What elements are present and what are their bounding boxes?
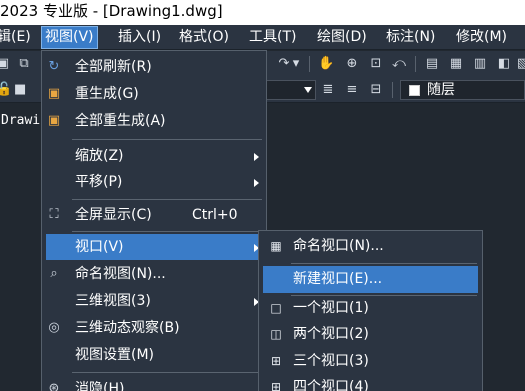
menu-item-zoom[interactable]: 缩放(Z) (42, 143, 266, 169)
layer-previous-icon[interactable]: ≡ (344, 82, 360, 98)
menu-item-regen[interactable]: ▣ 重生成(G) (42, 81, 266, 107)
two-viewports-icon: ◫ (270, 327, 282, 341)
sheet-set-icon[interactable]: ◧ (496, 56, 512, 72)
document-tab-label: Drawing (1, 113, 42, 128)
submenu-item-four-viewports[interactable]: ⊞ 四个视口(4) (259, 374, 482, 391)
title-bar: 2023 专业版 - [Drawing1.dwg] (0, 0, 525, 25)
menu-format[interactable]: 格式(O) (176, 27, 232, 48)
window-title: 2023 专业版 - [Drawing1.dwg] (0, 2, 223, 20)
layer-lock-icon[interactable]: 🔓 (0, 82, 12, 98)
menu-item-regen-all[interactable]: ▣ 全部重生成(A) (42, 108, 266, 134)
submenu-item-three-viewports[interactable]: ⊞ 三个视口(3) (259, 348, 482, 375)
submenu-item-one-viewport[interactable]: □ 一个视口(1) (259, 295, 482, 322)
menu-item-pan[interactable]: 平移(P) (42, 169, 266, 195)
menu-item-hide[interactable]: ⊛ 消隐(H) (42, 376, 266, 391)
layer-state-icon[interactable]: ⊟ (368, 82, 384, 98)
document-tab[interactable]: Drawing (0, 110, 42, 132)
color-value: 随层 (427, 82, 455, 98)
submenu-item-two-viewports[interactable]: ◫ 两个视口(2) (259, 321, 482, 348)
menu-draw[interactable]: 绘图(D) (314, 27, 370, 48)
color-control[interactable]: 随层 (400, 80, 525, 100)
submenu-item-new-viewports[interactable]: 新建视口(E)... (263, 266, 478, 293)
save-icon[interactable]: ▣ (0, 56, 11, 72)
layer-properties-icon[interactable]: ≣ (320, 82, 336, 98)
submenu-arrow-icon (254, 153, 259, 161)
zoom-window-icon[interactable]: ⊡ (368, 56, 384, 72)
menu-insert[interactable]: 插入(I) (115, 27, 164, 48)
menu-item-3d-orbit[interactable]: ◎ 三维动态观察(B) (42, 315, 266, 341)
redo-icon[interactable]: ↷ (276, 56, 292, 72)
color-swatch (409, 85, 420, 96)
menu-item-3d-views[interactable]: 三维视图(3) (42, 288, 266, 314)
zoom-realtime-icon[interactable]: ⊕ (344, 56, 360, 72)
named-viewports-icon: ▦ (270, 239, 282, 253)
menu-bar: 辑(E) 视图(V) 插入(I) 格式(O) 工具(T) 绘图(D) 标注(N)… (0, 25, 525, 50)
view-menu: ↻ 全部刷新(R) ▣ 重生成(G) ▣ 全部重生成(A) 缩放(Z) 平移(P… (41, 50, 267, 391)
menu-item-viewports[interactable]: 视口(V) (46, 234, 262, 260)
menu-modify[interactable]: 修改(M) (453, 27, 510, 48)
chevron-down-icon (304, 87, 312, 93)
layer-dropdown[interactable] (264, 80, 316, 100)
menu-item-refresh-all[interactable]: ↻ 全部刷新(R) (42, 54, 266, 80)
menu-tools[interactable]: 工具(T) (246, 27, 299, 48)
menu-dimension[interactable]: 标注(N) (383, 27, 438, 48)
three-viewports-icon: ⊞ (270, 354, 282, 368)
one-viewport-icon: □ (270, 301, 282, 315)
menu-edit[interactable]: 辑(E) (0, 27, 34, 48)
viewports-submenu: ▦ 命名视口(N)... 新建视口(E)... □ 一个视口(1) ◫ 两个视口… (258, 230, 483, 391)
menu-item-named-views[interactable]: ⌕ 命名视图(N)... (42, 261, 266, 287)
hide-icon: ⊛ (48, 381, 60, 391)
zoom-previous-icon[interactable]: ⤺ (391, 56, 407, 72)
copy-icon[interactable]: ⧉ (16, 56, 32, 72)
properties-icon[interactable]: ▤ (424, 56, 440, 72)
tool-palette-icon[interactable]: ▥ (472, 56, 488, 72)
regen-all-icon: ▣ (47, 113, 61, 128)
submenu-arrow-icon (254, 179, 259, 187)
pan-icon[interactable]: ✋ (318, 56, 334, 72)
layer-color-icon: ■ (14, 82, 27, 97)
four-viewports-icon: ⊞ (270, 380, 282, 391)
design-center-icon[interactable]: ▦ (448, 56, 464, 72)
menu-view[interactable]: 视图(V) (41, 26, 98, 49)
submenu-item-named-viewports[interactable]: ▦ 命名视口(N)... (259, 233, 482, 260)
regen-icon: ▣ (47, 86, 61, 101)
refresh-all-icon: ↻ (48, 59, 60, 74)
redo-dropdown-icon[interactable]: ▾ (291, 56, 301, 72)
fullscreen-icon: ⛶ (49, 207, 59, 222)
markup-icon[interactable]: ▧ (515, 56, 525, 72)
menu-item-fullscreen[interactable]: ⛶ 全屏显示(C) Ctrl+0 (42, 202, 266, 228)
menu-item-view-settings[interactable]: 视图设置(M) (42, 342, 266, 368)
named-view-icon: ⌕ (50, 266, 58, 281)
orbit-icon: ◎ (48, 320, 60, 335)
